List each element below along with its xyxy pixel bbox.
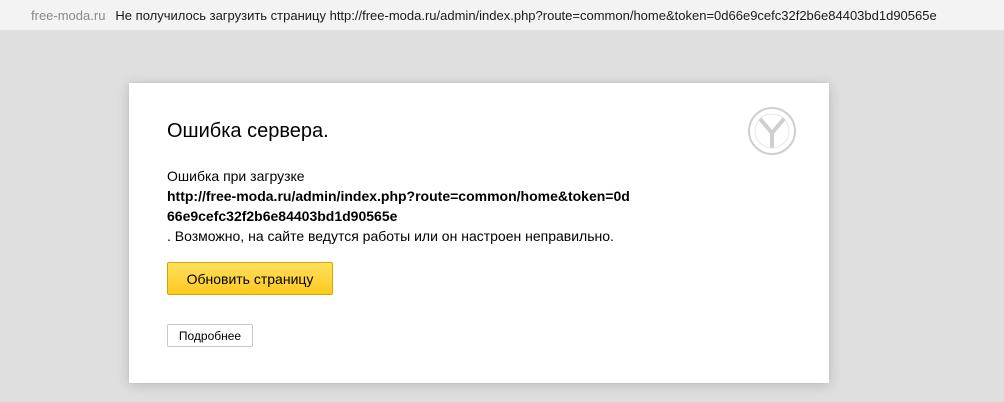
details-button[interactable]: Подробнее [167, 324, 253, 347]
site-domain: free-moda.ru [31, 7, 106, 23]
error-info-bar: free-moda.ru Не получилось загрузить стр… [0, 0, 1004, 31]
error-prefix: Ошибка при загрузке [167, 168, 305, 184]
reload-page-button[interactable]: Обновить страницу [167, 262, 333, 295]
error-suffix: . Возможно, на сайте ведутся работы или … [167, 228, 614, 244]
error-url: http://free-moda.ru/admin/index.php?rout… [167, 188, 630, 224]
error-description: Ошибка при загрузке http://free-moda.ru/… [167, 166, 787, 246]
yandex-browser-logo-icon [748, 107, 796, 155]
error-card: Ошибка сервера. Ошибка при загрузке http… [129, 83, 829, 383]
page-title: Ошибка сервера. [167, 120, 329, 142]
error-bar-message: Не получилось загрузить страницу http://… [115, 7, 937, 23]
